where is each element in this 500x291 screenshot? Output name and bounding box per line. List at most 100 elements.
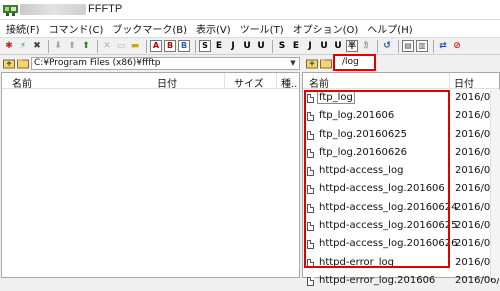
local-utf8n-icon[interactable]: U	[332, 40, 344, 52]
file-icon	[307, 185, 314, 195]
toolbar-separator	[146, 39, 147, 53]
file-icon	[307, 240, 314, 250]
file-name: ftp_log	[317, 91, 355, 104]
local-col-type[interactable]: 種..	[281, 75, 297, 90]
menu-bar: 接続(F) コマンド(C) ブックマーク(B) 表示(V) ツール(T) オプション(O)…	[0, 20, 500, 37]
file-row[interactable]: ftp_log.201606262016/06/2	[303, 145, 500, 163]
file-name: httpd-access_log	[319, 165, 404, 177]
local-file-list[interactable]: 名前 日付 サイズ 種..	[1, 72, 300, 278]
file-row[interactable]: httpd-access_log.201606252016/06/2	[303, 218, 500, 236]
local-path-field[interactable]: C:¥Program Files (x86)¥ffftp	[31, 57, 300, 70]
local-path-dropdown-icon[interactable]: ▼	[288, 58, 298, 68]
title-bar: FFFTP	[0, 0, 500, 20]
file-icon	[307, 112, 314, 122]
file-row[interactable]: ftp_log.2016062016/06/2	[303, 108, 500, 126]
local-col-name[interactable]: 名前	[12, 75, 32, 90]
file-row[interactable]: ftp_log.201606252016/06/2	[303, 127, 500, 145]
remote-list-header: 名前 日付	[303, 73, 499, 90]
kanji-jis-icon[interactable]: J	[227, 40, 239, 52]
quick-connect-icon[interactable]: ⚡	[17, 40, 29, 52]
local-col-date[interactable]: 日付	[157, 75, 177, 90]
remote-up-folder-icon[interactable]	[306, 57, 318, 69]
menu-item[interactable]: ヘルプ(H)	[367, 21, 412, 36]
remote-file-list[interactable]: 名前 日付 ftp_log2016/06/2ftp_log.2016062016…	[302, 72, 500, 286]
file-row[interactable]: ftp_log2016/06/2	[303, 90, 500, 108]
sync-browse-icon[interactable]: ⇄	[437, 40, 449, 52]
file-icon	[307, 258, 314, 268]
toolbar-separator	[195, 39, 196, 53]
local-open-folder-icon[interactable]	[17, 57, 29, 69]
file-name: httpd-access_log.20160624	[319, 201, 458, 213]
file-name: httpd-error_log.201606	[319, 274, 436, 286]
detail-view-icon[interactable]: ▥	[416, 40, 428, 52]
file-icon	[307, 130, 314, 140]
column-divider[interactable]	[224, 73, 225, 89]
connect-icon[interactable]: ✱	[3, 40, 15, 52]
menu-item[interactable]: 接続(F)	[6, 21, 40, 36]
file-row[interactable]: httpd-access_log.201606262016/06/2	[303, 236, 500, 254]
remote-col-name[interactable]: 名前	[309, 75, 329, 90]
file-row[interactable]: httpd-access_log.201606242016/06/2	[303, 200, 500, 218]
local-col-size[interactable]: サイズ	[234, 75, 264, 90]
stop-icon[interactable]: ⊘	[451, 40, 463, 52]
menu-item[interactable]: オプション(O)	[293, 21, 359, 36]
no-convert-icon[interactable]: ｶ	[360, 40, 372, 52]
kanji-sjis-icon[interactable]: S	[199, 40, 211, 52]
file-row[interactable]: httpd-access_log2016/06/2	[303, 163, 500, 181]
disconnect-icon[interactable]: ✖	[31, 40, 43, 52]
file-icon	[307, 276, 314, 286]
kanji-euc-icon[interactable]: E	[213, 40, 225, 52]
menu-item[interactable]: 表示(V)	[196, 21, 231, 36]
download-icon[interactable]: ⬇	[52, 40, 64, 52]
file-name: ftp_log.20160626	[319, 146, 407, 158]
transfer-binary-icon[interactable]: B	[164, 40, 176, 52]
mirror-upload-icon[interactable]: ⬆	[80, 40, 92, 52]
window-title: FFFTP	[88, 3, 123, 15]
file-icon	[307, 167, 314, 177]
app-icon	[3, 5, 18, 16]
rename-icon[interactable]: ▭	[115, 40, 127, 52]
column-divider[interactable]	[449, 73, 450, 89]
file-name: httpd-error_log	[319, 256, 394, 268]
kanji-utf8n-icon[interactable]: U	[255, 40, 267, 52]
kanji-utf8-icon[interactable]: U	[241, 40, 253, 52]
local-jis-icon[interactable]: J	[304, 40, 316, 52]
toolbar: ✱ ⚡ ✖ ⬇ ⬆ ⬆ ✕ ▭ ▬ A B B S E J U U S E J U U 半ｶ ↺ ▤ ▥ ⇄ ⊘	[0, 37, 500, 55]
kana-convert-icon[interactable]: 半	[346, 40, 358, 52]
column-divider[interactable]	[276, 73, 277, 89]
toolbar-separator	[272, 39, 273, 53]
delete-icon[interactable]: ✕	[101, 40, 113, 52]
remote-path-field[interactable]: /log	[333, 54, 376, 71]
local-euc-icon[interactable]: E	[290, 40, 302, 52]
remote-scrollbar[interactable]	[490, 90, 500, 278]
blurred-host-name	[20, 4, 86, 15]
file-icon	[307, 222, 314, 232]
file-name: ftp_log.201606	[319, 110, 395, 122]
new-folder-icon[interactable]: ▬	[129, 40, 141, 52]
toolbar-separator	[433, 39, 434, 53]
file-row[interactable]: httpd-error_log.2016062016/06/2	[303, 273, 500, 291]
transfer-ascii-icon[interactable]: A	[150, 40, 162, 52]
menu-item[interactable]: ツール(T)	[240, 21, 284, 36]
file-row[interactable]: httpd-access_log.2016062016/06/2	[303, 181, 500, 199]
file-name: httpd-access_log.20160626	[319, 238, 458, 250]
toolbar-separator	[377, 39, 378, 53]
remote-open-folder-icon[interactable]	[320, 57, 332, 69]
transfer-auto-icon[interactable]: B	[178, 40, 190, 52]
file-name: httpd-access_log.20160625	[319, 220, 458, 232]
menu-item[interactable]: コマンド(C)	[49, 21, 104, 36]
refresh-icon[interactable]: ↺	[381, 40, 393, 52]
list-view-icon[interactable]: ▤	[402, 40, 414, 52]
toolbar-separator	[398, 39, 399, 53]
upload-icon[interactable]: ⬆	[66, 40, 78, 52]
remote-col-date[interactable]: 日付	[454, 75, 474, 90]
local-sjis-icon[interactable]: S	[276, 40, 288, 52]
local-list-header: 名前 日付 サイズ 種..	[2, 73, 299, 90]
menu-item[interactable]: ブックマーク(B)	[112, 21, 187, 36]
file-row[interactable]: httpd-error_log2016/06/2	[303, 255, 500, 273]
local-up-folder-icon[interactable]	[3, 57, 15, 69]
remote-file-rows: ftp_log2016/06/2ftp_log.2016062016/06/2f…	[303, 90, 500, 291]
toolbar-separator	[97, 39, 98, 53]
local-utf8-icon[interactable]: U	[318, 40, 330, 52]
toolbar-separator	[48, 39, 49, 53]
